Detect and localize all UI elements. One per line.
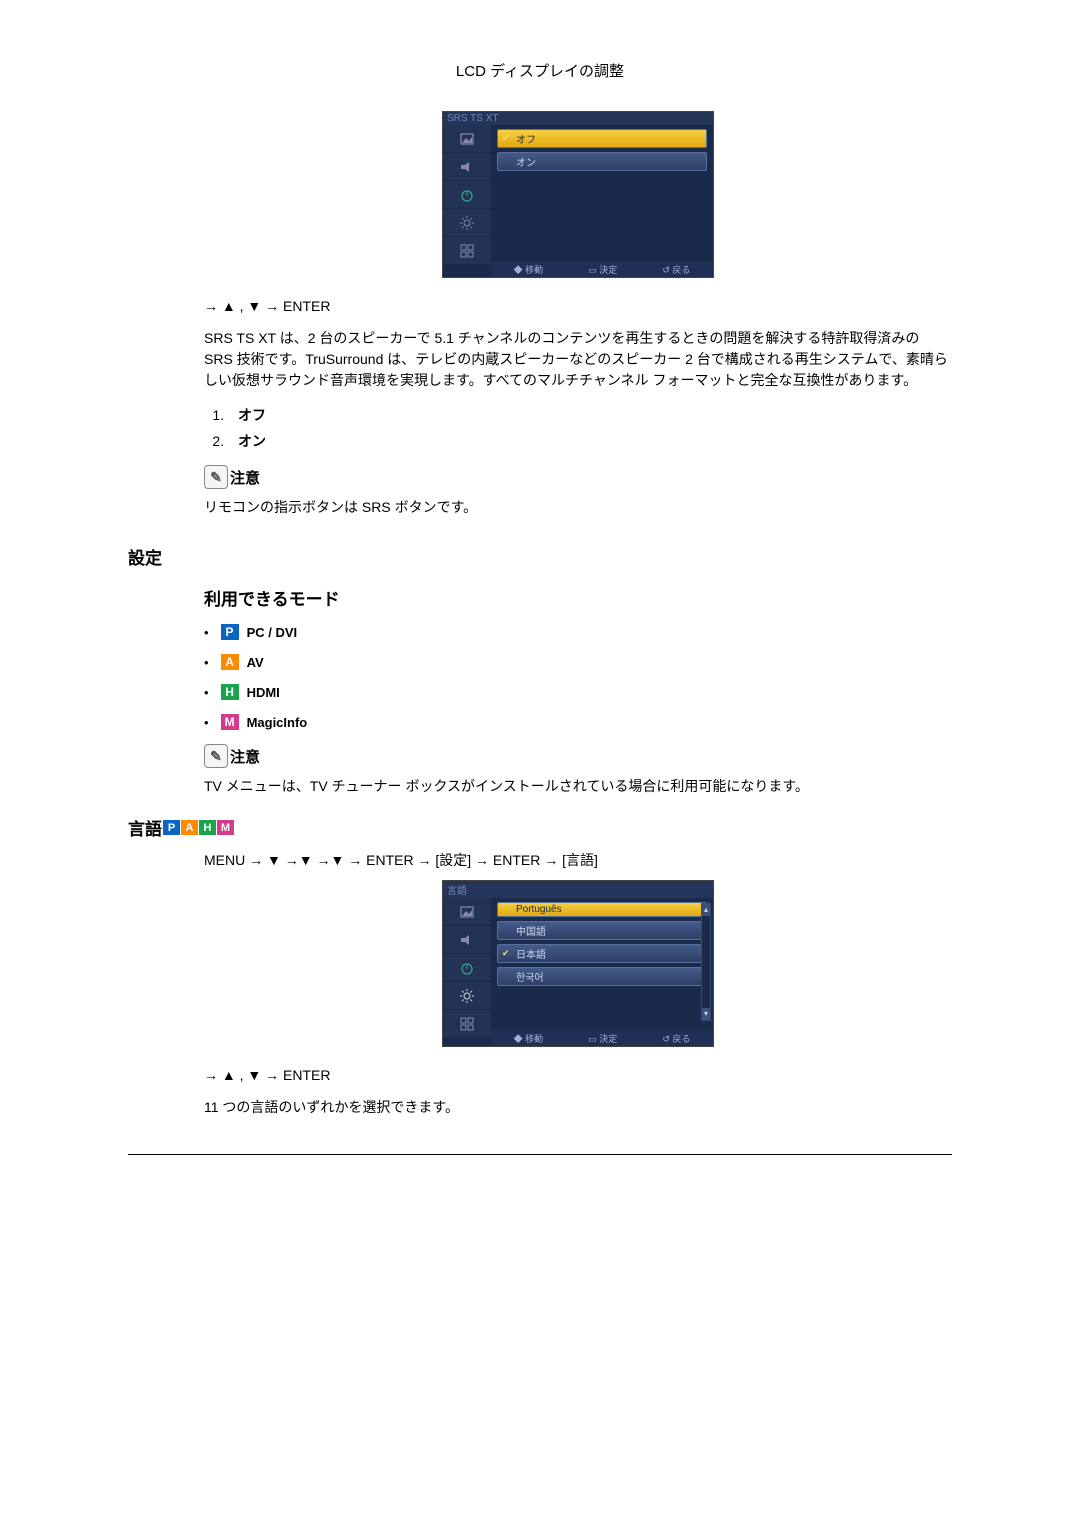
srs-option-list: オフ オン <box>228 405 952 451</box>
osd-language-panel: 言語 Português 中国語 <box>442 880 714 1047</box>
pencil-icon: ✎ <box>204 465 228 489</box>
osd-icon-strip <box>443 125 491 265</box>
modes-heading: 利用できるモード <box>204 585 952 610</box>
footer-enter: ▭ 決定 <box>588 263 617 276</box>
check-icon: ✔ <box>502 948 512 959</box>
nav-sequence: → ▲ , ▼ → ENTER <box>204 1067 952 1083</box>
footer-back: ↺ 戻る <box>662 1032 690 1045</box>
osd-item-label: 日本語 <box>516 946 546 961</box>
osd-title: SRS TS XT <box>443 112 713 125</box>
footer-rule <box>128 1154 952 1155</box>
footer-move: ◆ 移動 <box>514 1032 544 1045</box>
scroll-down-icon: ▾ <box>702 1008 710 1020</box>
mode-item-magicinfo: MMagicInfo <box>204 714 952 730</box>
srs-description: SRS TS XT は、2 台のスピーカーで 5.1 チャンネルのコンテンツを再… <box>204 328 952 391</box>
language-description: 11 つの言語のいずれかを選択できます。 <box>204 1097 952 1118</box>
note-body: TV メニューは、TV チューナー ボックスがインストールされている場合に利用可… <box>204 776 952 797</box>
osd-icon-strip <box>443 898 491 1038</box>
note-body: リモコンの指示ボタンは SRS ボタンです。 <box>204 497 952 518</box>
sound-icon <box>443 926 491 954</box>
footer-back: ↺ 戻る <box>662 263 690 276</box>
scroll-up-icon: ▴ <box>702 904 710 917</box>
timer-icon <box>443 954 491 982</box>
badge-h-icon: H <box>199 820 216 835</box>
sound-icon <box>443 153 491 181</box>
osd-item-label: 中国語 <box>516 923 546 938</box>
pencil-icon: ✎ <box>204 744 228 768</box>
list-item: オフ <box>228 405 952 425</box>
osd-item-label: オフ <box>516 131 536 146</box>
badge-a-icon: A <box>181 820 198 835</box>
badge-h-icon: H <box>221 684 239 700</box>
osd-item-label: Português <box>516 904 562 915</box>
osd-item: ✔ オフ <box>497 129 707 148</box>
page-title: LCD ディスプレイの調整 <box>128 60 952 81</box>
osd-scrollbar: ▴ ▾ <box>701 903 711 1021</box>
mode-list: PPC / DVI AAV HHDMI MMagicInfo <box>204 624 952 730</box>
badge-m-icon: M <box>221 714 239 730</box>
badge-p-icon: P <box>163 820 180 835</box>
osd-srs-panel: SRS TS XT ✔ オフ オン <box>442 111 714 278</box>
footer-move: ◆ 移動 <box>514 263 544 276</box>
note-heading: ✎ 注意 <box>204 744 952 768</box>
osd-title: 言語 <box>443 881 713 898</box>
osd-footer: ◆ 移動 ▭ 決定 ↺ 戻る <box>491 1030 713 1046</box>
osd-item: ✔ 日本語 <box>497 944 707 963</box>
language-heading: 言語 PAHM <box>128 815 952 840</box>
badge-m-icon: M <box>217 820 234 835</box>
note-heading: ✎ 注意 <box>204 465 952 489</box>
osd-item: 中国語 <box>497 921 707 940</box>
nav-sequence: → ▲ , ▼ → ENTER <box>204 298 952 314</box>
picture-icon <box>443 898 491 926</box>
osd-item-label: オン <box>516 154 536 169</box>
osd-item: 한국어 <box>497 967 707 986</box>
multi-icon <box>443 237 491 265</box>
osd-item-label: 한국어 <box>516 969 544 984</box>
badge-p-icon: P <box>221 624 239 640</box>
settings-heading: 設定 <box>128 544 952 569</box>
picture-icon <box>443 125 491 153</box>
mode-item-pc: PPC / DVI <box>204 624 952 640</box>
osd-item: Português <box>497 902 707 917</box>
check-icon: ✔ <box>502 133 512 144</box>
timer-icon <box>443 181 491 209</box>
osd-item: オン <box>497 152 707 171</box>
list-item: オン <box>228 431 952 451</box>
setup-icon <box>443 982 491 1010</box>
setup-icon <box>443 209 491 237</box>
menu-path: MENU → ▼ →▼ →▼ → ENTER → [設定] → ENTER → … <box>204 850 952 870</box>
multi-icon <box>443 1010 491 1038</box>
mode-item-hdmi: HHDMI <box>204 684 952 700</box>
badge-a-icon: A <box>221 654 239 670</box>
osd-footer: ◆ 移動 ▭ 決定 ↺ 戻る <box>491 261 713 277</box>
mode-item-av: AAV <box>204 654 952 670</box>
footer-enter: ▭ 決定 <box>588 1032 617 1045</box>
